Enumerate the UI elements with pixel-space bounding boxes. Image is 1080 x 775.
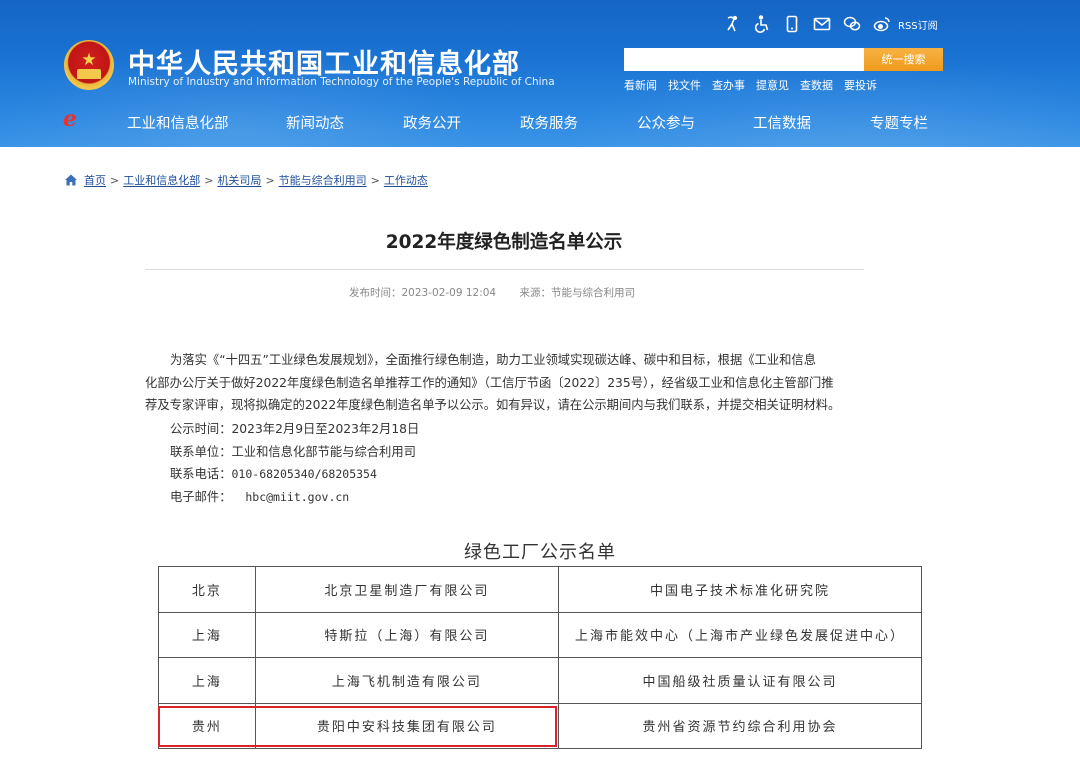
phone-number: 010-68205340/68205354 [231, 467, 377, 481]
organization-cell: 贵州省资源节约综合利用协会 [558, 702, 922, 749]
nav-item-gov-services[interactable]: 政务服务 [520, 112, 578, 133]
tool-bar: RSS订阅 [722, 12, 938, 36]
rss-link[interactable]: RSS订阅 [898, 17, 938, 32]
breadcrumb-departments[interactable]: 机关司局 [217, 172, 261, 188]
email-label: 电子邮件： [170, 489, 232, 504]
quick-link-data[interactable]: 查数据 [800, 77, 833, 93]
article-meta: 发布时间：2023-02-09 12:04 来源：节能与综合利用司 [349, 285, 635, 300]
contact-unit: 联系单位：工业和信息化部节能与综合利用司 [170, 444, 416, 459]
notice-period: 公示时间：2023年2月9日至2023年2月18日 [170, 422, 420, 436]
article-source: 来源：节能与综合利用司 [519, 287, 636, 299]
home-icon[interactable] [64, 173, 78, 187]
organization-cell: 中国船级社质量认证有限公司 [558, 657, 922, 704]
main-nav: e 工业和信息化部 新闻动态 政务公开 政务服务 公众参与 工信数据 专题专栏 [0, 106, 1080, 136]
breadcrumb-home[interactable]: 首页 [84, 172, 106, 188]
quick-link-news[interactable]: 看新闻 [624, 77, 657, 93]
quick-link-complaints[interactable]: 要投诉 [844, 77, 877, 93]
quick-link-services[interactable]: 查办事 [712, 77, 745, 93]
green-factory-table: 北京 北京卫星制造厂有限公司 中国电子技术标准化研究院 上海 特斯拉（上海）有限… [158, 566, 922, 749]
gate-icon [77, 69, 101, 79]
breadcrumb-energy-dept[interactable]: 节能与综合利用司 [279, 172, 367, 188]
email-address: hbc@miit.gov.cn [245, 489, 350, 504]
table-row: 上海 特斯拉（上海）有限公司 上海市能效中心（上海市产业绿色发展促进中心） [158, 611, 922, 658]
search-input[interactable] [624, 48, 864, 71]
paragraph-line: 化部办公厅关于做好2022年度绿色制造名单推荐工作的通知》（工信厅节函〔2022… [145, 375, 834, 390]
title-divider [145, 269, 864, 270]
national-emblem-icon: ★ [64, 40, 114, 90]
article-paragraph: 为落实《“十四五”工业绿色发展规划》，全面推行绿色制造，助力工业领域实现碳达峰、… [145, 349, 865, 417]
contact-phone-row: 联系电话：010-68205340/68205354 [145, 463, 865, 486]
paragraph-line: 荐及专家评审，现将拟确定的2022年度绿色制造名单予以公示。如有异议，请在公示期… [145, 398, 841, 412]
organization-cell: 中国电子技术标准化研究院 [558, 566, 922, 613]
table-row: 贵州 贵阳中安科技集团有限公司 贵州省资源节约综合利用协会 [158, 702, 922, 749]
breadcrumb-work-news[interactable]: 工作动态 [384, 172, 428, 188]
nav-item-topics[interactable]: 专题专栏 [870, 112, 928, 133]
phone-label: 联系电话： [170, 467, 232, 481]
quick-link-suggestions[interactable]: 提意见 [756, 77, 789, 93]
table-title: 绿色工厂公示名单 [464, 542, 616, 563]
quick-links: 看新闻 找文件 查办事 提意见 查数据 要投诉 [624, 77, 888, 93]
publish-time: 发布时间：2023-02-09 12:04 [349, 287, 497, 299]
breadcrumb-separator: > [370, 173, 380, 187]
accessibility-cane-icon[interactable] [722, 14, 742, 34]
region-cell: 上海 [158, 611, 256, 658]
mobile-icon[interactable] [782, 14, 802, 34]
region-cell: 贵州 [158, 702, 256, 749]
wechat-icon[interactable] [842, 14, 862, 34]
breadcrumb-separator: > [110, 173, 120, 187]
search-button[interactable]: 统一搜索 [864, 48, 943, 71]
company-cell: 贵阳中安科技集团有限公司 [254, 702, 560, 749]
nav-item-gov-affairs[interactable]: 政务公开 [403, 112, 461, 133]
company-cell: 特斯拉（上海）有限公司 [254, 611, 560, 658]
nav-item-ministry[interactable]: 工业和信息化部 [127, 112, 229, 133]
company-cell: 北京卫星制造厂有限公司 [254, 566, 560, 613]
table-row: 北京 北京卫星制造厂有限公司 中国电子技术标准化研究院 [158, 566, 922, 613]
mail-icon[interactable] [812, 14, 832, 34]
contact-email-row: 电子邮件： hbc@miit.gov.cn [145, 486, 865, 509]
contact-info: 公示时间：2023年2月9日至2023年2月18日 联系单位：工业和信息化部节能… [145, 418, 865, 508]
paragraph-line: 为落实《“十四五”工业绿色发展规划》，全面推行绿色制造，助力工业领域实现碳达峰、… [170, 353, 817, 367]
email-spacer [232, 490, 246, 504]
weibo-icon[interactable] [872, 14, 892, 34]
star-icon: ★ [81, 50, 97, 70]
site-subtitle: Ministry of Industry and Information Tec… [128, 76, 555, 88]
article-title: 2022年度绿色制造名单公示 [385, 232, 623, 253]
region-cell: 北京 [158, 566, 256, 613]
site-header: ★ 中华人民共和国工业和信息化部 Ministry of Industry an… [0, 0, 1080, 147]
breadcrumb-separator: > [265, 173, 275, 187]
organization-cell: 上海市能效中心（上海市产业绿色发展促进中心） [558, 611, 922, 658]
e-logo-icon: e [63, 106, 77, 132]
breadcrumb-separator: > [204, 173, 214, 187]
quick-link-files[interactable]: 找文件 [668, 77, 701, 93]
nav-item-public-participation[interactable]: 公众参与 [637, 112, 695, 133]
nav-item-news[interactable]: 新闻动态 [286, 112, 344, 133]
company-cell: 上海飞机制造有限公司 [254, 657, 560, 704]
breadcrumb: 首页 > 工业和信息化部 > 机关司局 > 节能与综合利用司 > 工作动态 [64, 172, 428, 188]
table-row: 上海 上海飞机制造有限公司 中国船级社质量认证有限公司 [158, 657, 922, 704]
wheelchair-icon[interactable] [752, 14, 772, 34]
breadcrumb-ministry[interactable]: 工业和信息化部 [123, 172, 200, 188]
nav-item-data[interactable]: 工信数据 [753, 112, 811, 133]
meta-spacer [499, 287, 516, 299]
region-cell: 上海 [158, 657, 256, 704]
